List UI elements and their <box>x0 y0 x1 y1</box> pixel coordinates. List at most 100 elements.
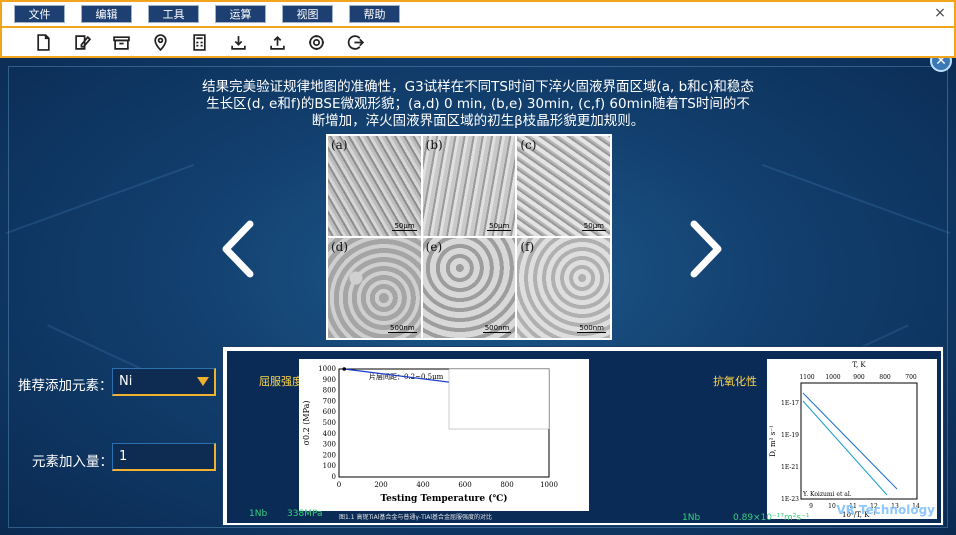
close-icon: ✕ <box>935 58 947 69</box>
y-tick-label: 1000 <box>318 365 336 373</box>
y-tick-label: 600 <box>323 408 336 416</box>
amount-input[interactable]: 1 <box>112 443 216 471</box>
micrograph-label: (d) <box>331 240 349 254</box>
slide-description: 结果完美验证规律地图的准确性，G3试样在不同TS时间下淬火固液界面区域(a, b… <box>202 79 754 129</box>
scale-bar: 500nm <box>577 324 606 333</box>
element-select[interactable]: Ni <box>112 368 216 396</box>
main-area: ✕ 结果完美验证规律地图的准确性，G3试样在不同TS时间下淬火固液界面区域(a,… <box>0 58 956 535</box>
previous-slide-button[interactable] <box>218 218 258 280</box>
micrograph-label: (a) <box>331 138 348 152</box>
menu-file[interactable]: 文件 <box>14 5 65 23</box>
menu-view[interactable]: 视图 <box>282 5 333 23</box>
right-footer-value: 0.89×10⁻¹⁷m²s⁻¹ <box>733 513 810 523</box>
calculator-button[interactable] <box>180 30 219 54</box>
y-tick-label: 1E-17 <box>781 400 799 407</box>
amount-input-value: 1 <box>119 449 128 464</box>
y-tick-label: 1E-23 <box>781 496 799 503</box>
plot-frame <box>800 382 918 500</box>
logout-icon <box>347 34 364 50</box>
menu-bar: 文件 编辑 工具 运算 视图 帮助 × <box>0 0 956 28</box>
x-axis-label: Testing Temperature (℃) <box>380 493 507 504</box>
micrograph-label: (f) <box>520 240 535 254</box>
edit-icon <box>75 34 91 50</box>
y-tick-label: 100 <box>323 462 336 470</box>
x-tick-label: 9 <box>809 503 813 510</box>
chevron-down-icon <box>197 377 209 386</box>
right-footer-element: 1Nb <box>682 513 701 523</box>
chevron-left-icon <box>222 220 254 278</box>
top-tick-label: 700 <box>905 374 917 381</box>
y-tick-label: 400 <box>323 430 336 438</box>
data-point <box>342 367 347 371</box>
upload-button[interactable] <box>258 30 297 54</box>
y-tick-label: 800 <box>323 387 336 395</box>
top-axis-label: T, K <box>852 361 866 369</box>
app-window: 文件 编辑 工具 运算 视图 帮助 × ✕ 结果完美验证规律地图的准确性，G3试… <box>0 0 956 535</box>
location-icon <box>154 33 167 51</box>
upload-icon <box>270 35 285 50</box>
menu-tools[interactable]: 工具 <box>148 5 199 23</box>
diffusion-chart: T, K 1100 1000 900 800 700 1E-17 1E-19 1E-21 1E-2… <box>767 359 937 519</box>
brand-logo-text: VR Technology <box>836 503 935 517</box>
left-footer-element: 1Nb <box>249 509 268 519</box>
amount-label: 元素加入量： <box>32 454 113 470</box>
archive-button[interactable] <box>102 30 141 54</box>
download-button[interactable] <box>219 30 258 54</box>
chevron-right-icon <box>690 220 722 278</box>
y-tick-label: 500 <box>323 419 336 427</box>
menu-help[interactable]: 帮助 <box>349 5 400 23</box>
edit-button[interactable] <box>63 30 102 54</box>
micrograph-label: (b) <box>425 138 443 152</box>
menu-compute[interactable]: 运算 <box>215 5 266 23</box>
x-tick-label: 600 <box>458 481 471 489</box>
menu-edit[interactable]: 编辑 <box>81 5 132 23</box>
x-tick-label: 400 <box>416 481 429 489</box>
download-icon <box>231 35 246 50</box>
y-tick-label: 700 <box>323 397 336 405</box>
y-axis-label: D, m² s⁻¹ <box>769 425 777 457</box>
yield-strength-chart: 0 200 400 600 800 1000 0 100 200 300 400 500 600 700 8… <box>299 359 589 511</box>
left-footer-value: 338MPa <box>287 509 323 519</box>
figure-caption: 图1.1 高铌TiAl基合金与普通γ-TiAl基合金屈服强度的对比 <box>339 514 493 521</box>
logout-button[interactable] <box>336 30 375 54</box>
y-tick-label: 0 <box>332 473 336 481</box>
calculator-icon <box>193 33 206 51</box>
scale-bar: 500nm <box>482 324 512 333</box>
scale-bar: 500nm <box>388 324 417 333</box>
micrograph-grid: (a) 50μm (b) 50μm (c) 50μm (d) 500nm (e) 500n… <box>326 134 612 340</box>
oxidation-title: 抗氧化性 <box>713 375 757 388</box>
next-slide-button[interactable] <box>686 218 726 280</box>
archive-icon <box>113 35 130 50</box>
panel-background: 屈服强度 抗氧化性 0 200 400 600 800 1000 0 100 200 300 400… <box>227 351 941 523</box>
top-tick-label: 800 <box>879 374 891 381</box>
element-select-value: Ni <box>119 374 133 389</box>
x-tick-label: 0 <box>337 481 341 489</box>
settings-icon <box>309 34 324 50</box>
micrograph-d: (d) 500nm <box>328 238 421 338</box>
window-close-button[interactable]: × <box>932 5 948 21</box>
toolbar <box>0 28 956 58</box>
micrograph-f: (f) 500nm <box>517 238 610 338</box>
micrograph-label: (c) <box>520 138 537 152</box>
new-file-button[interactable] <box>24 30 63 54</box>
y-tick-label: 1E-19 <box>781 432 799 439</box>
x-tick-label: 10 <box>828 503 836 510</box>
x-tick-label: 200 <box>374 481 387 489</box>
series-line <box>802 392 898 490</box>
property-panel: 屈服强度 抗氧化性 0 200 400 600 800 1000 0 100 200 300 400… <box>222 346 944 526</box>
y-tick-label: 300 <box>323 441 336 449</box>
series-line <box>802 400 888 496</box>
diffusion-plot: T, K 1100 1000 900 800 700 1E-17 1E-19 1E-21 1E-2… <box>769 361 920 519</box>
micrograph-e: (e) 500nm <box>422 238 516 338</box>
micrograph-label: (e) <box>425 240 443 254</box>
location-button[interactable] <box>141 30 180 54</box>
y-tick-label: 900 <box>323 376 336 384</box>
chart-annotation: Y. Koizumi et al. <box>802 491 852 498</box>
y-axis-label: σ0.2 (MPa) <box>302 401 311 446</box>
settings-button[interactable] <box>297 30 336 54</box>
element-label: 推荐添加元素： <box>18 378 113 394</box>
top-tick-label: 900 <box>853 374 865 381</box>
y-tick-label: 200 <box>323 451 336 459</box>
micrograph-a: (a) 50μm <box>328 136 421 236</box>
micrograph-c: (c) 50μm <box>517 136 610 236</box>
